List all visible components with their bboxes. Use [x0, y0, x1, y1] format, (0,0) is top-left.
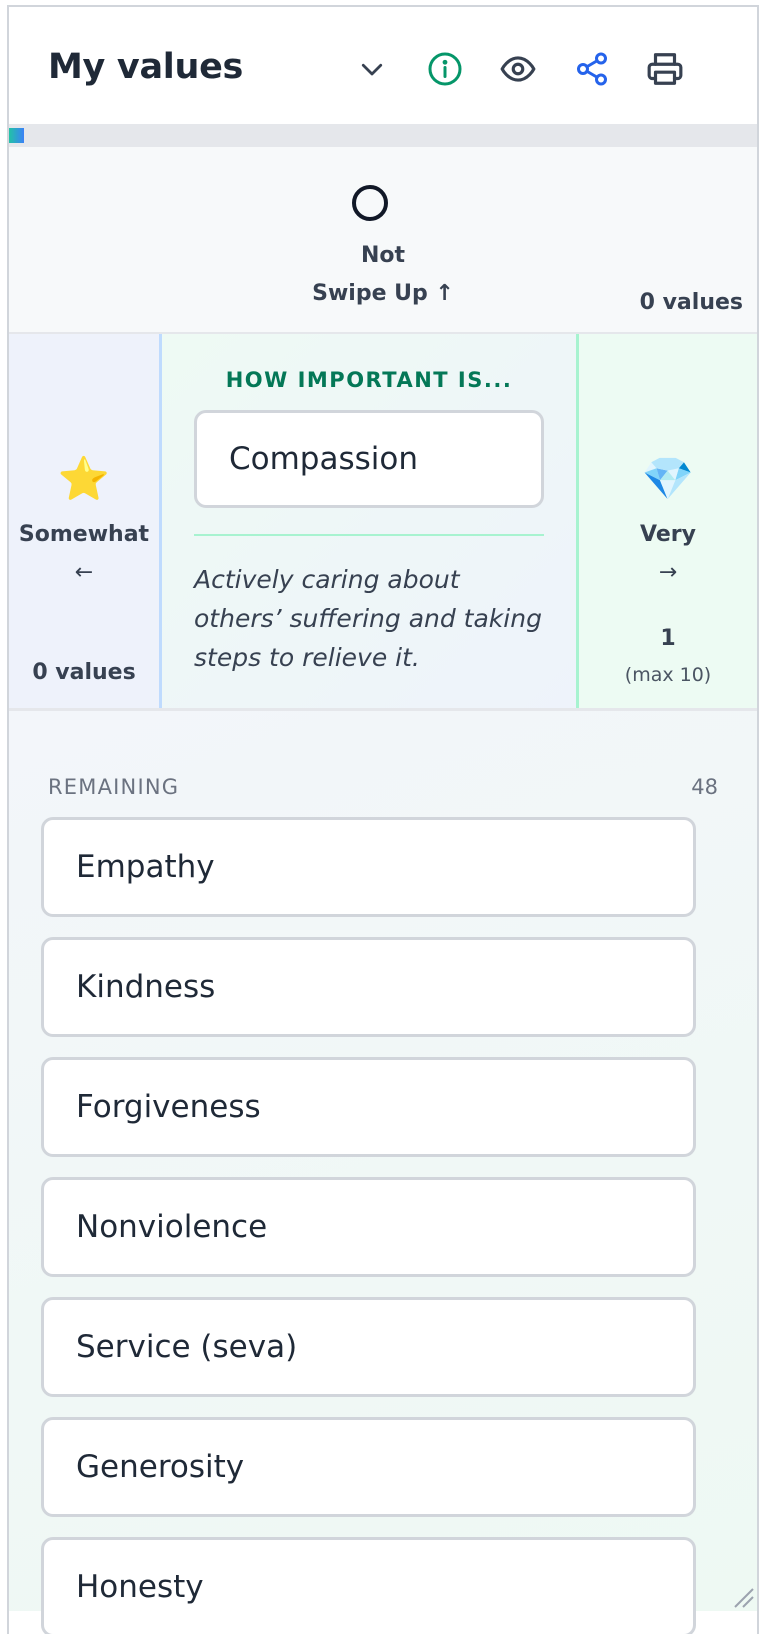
question-heading: HOW IMPORTANT IS...: [225, 368, 513, 392]
arrow-left-icon: ←: [74, 560, 94, 585]
value-description: Actively caring about others’ suffering …: [194, 565, 542, 672]
zone-count-very: 1: [660, 626, 676, 651]
info-icon[interactable]: [423, 47, 467, 91]
list-item[interactable]: Empathy: [41, 817, 696, 917]
progress-bar: [9, 124, 757, 147]
zone-max-very: (max 10): [624, 664, 712, 686]
zone-label-not: Not: [360, 243, 406, 268]
divider: [194, 534, 544, 536]
list-item[interactable]: Honesty: [41, 1537, 696, 1634]
zone-count-not: 0 values: [639, 290, 743, 315]
list-item[interactable]: Forgiveness: [41, 1057, 696, 1157]
printer-icon[interactable]: [643, 47, 687, 91]
zone-count-somewhat: 0 values: [32, 660, 136, 685]
resize-handle-icon[interactable]: [729, 1583, 755, 1609]
page-title: My values: [48, 47, 244, 87]
drop-zone-not[interactable]: Not Swipe Up ↑ 0 values: [9, 147, 757, 334]
sorting-area: ⭐ Somewhat ← 0 values HOW IMPORTANT IS..…: [9, 334, 757, 711]
app-window: My values Not Swipe Up ↑ 0 values ⭐ Some…: [7, 5, 759, 1634]
drop-zone-very[interactable]: 💎 Very → 1 (max 10): [576, 334, 757, 708]
zone-label-somewhat: Somewhat: [18, 522, 150, 547]
remaining-count: 48: [691, 775, 718, 799]
remaining-list: Empathy Kindness Forgiveness Nonviolence…: [41, 817, 696, 1634]
question-panel: HOW IMPORTANT IS... Compassion Actively …: [162, 334, 576, 708]
current-value-card[interactable]: Compassion: [194, 410, 544, 508]
drop-zone-somewhat[interactable]: ⭐ Somewhat ← 0 values: [9, 334, 162, 708]
gem-icon: 💎: [641, 454, 695, 503]
chevron-down-icon[interactable]: [350, 47, 394, 91]
share-icon[interactable]: [570, 47, 614, 91]
arrow-right-icon: →: [658, 560, 678, 585]
list-item[interactable]: Kindness: [41, 937, 696, 1037]
remaining-section: REMAINING 48 Empathy Kindness Forgivenes…: [9, 711, 757, 1634]
circle-icon: [352, 185, 388, 221]
star-icon: ⭐: [57, 454, 111, 503]
zone-label-very: Very: [640, 522, 696, 547]
list-item[interactable]: Nonviolence: [41, 1177, 696, 1277]
eye-icon[interactable]: [496, 47, 540, 91]
header: My values: [9, 7, 757, 124]
progress-fill: [9, 128, 24, 143]
list-item[interactable]: Service (seva): [41, 1297, 696, 1397]
list-item[interactable]: Generosity: [41, 1417, 696, 1517]
remaining-label: REMAINING: [48, 775, 180, 799]
